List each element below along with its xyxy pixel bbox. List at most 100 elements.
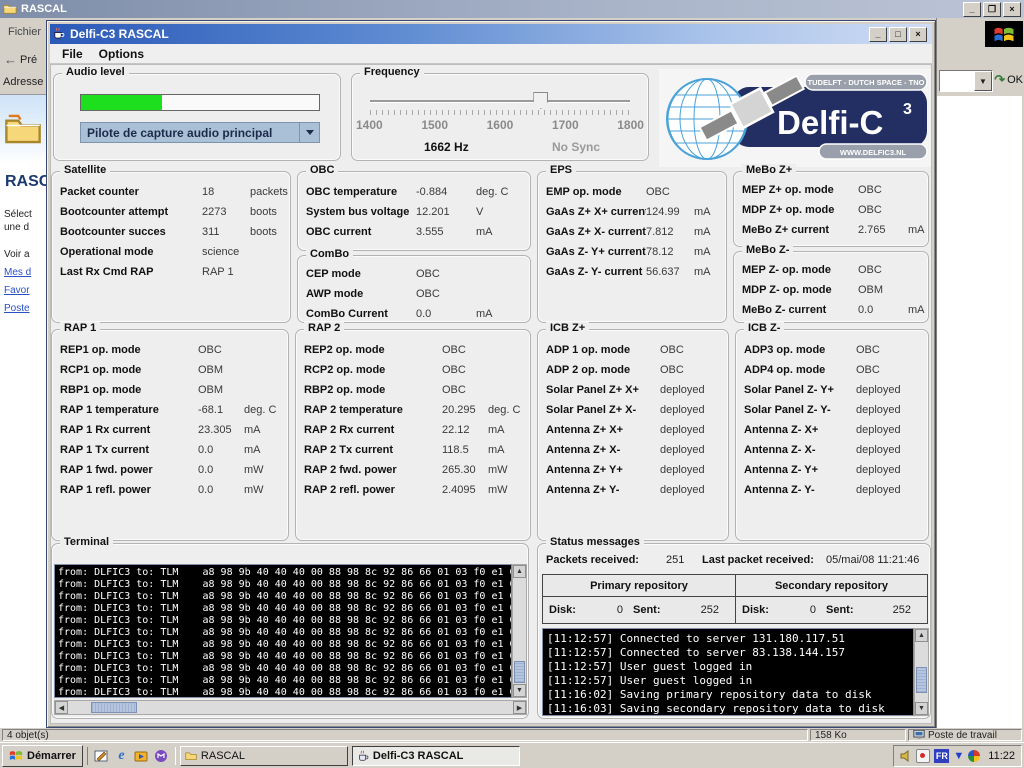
secondary-repository-row: Disk: 0 Sent: 252 bbox=[736, 597, 927, 623]
rap1-group: RAP 1 REP1 op. modeOBCRCP1 op. modeOBMRB… bbox=[51, 329, 289, 541]
logo-badge-top: TUDELFT - DUTCH SPACE - TNO bbox=[808, 78, 925, 87]
param-row: RAP 1 fwd. power0.0mW bbox=[52, 460, 286, 480]
sidebar-link-poste-de-travail[interactable]: Poste bbox=[0, 296, 46, 314]
scroll-down-button[interactable]: ▼ bbox=[513, 684, 526, 697]
group-title: MeBo Z- bbox=[742, 244, 793, 256]
log-line: [11:12:57] User guest logged in bbox=[547, 674, 913, 688]
scroll-up-button[interactable]: ▲ bbox=[513, 565, 526, 578]
bg-menu-fichier[interactable]: Fichier bbox=[8, 26, 41, 38]
frequency-slider-thumb[interactable] bbox=[533, 92, 548, 109]
messenger-icon[interactable] bbox=[154, 748, 169, 763]
bg-close-button[interactable]: × bbox=[1003, 2, 1021, 17]
terminal-group: Terminal from: DLFIC3 to: TLM a8 98 9b 4… bbox=[51, 543, 529, 719]
param-row: GaAs Z+ X+ current124.99mA bbox=[538, 202, 724, 222]
group-title: ICB Z+ bbox=[546, 322, 589, 334]
group-title: ICB Z- bbox=[744, 322, 784, 334]
internet-explorer-icon[interactable]: e bbox=[114, 748, 129, 763]
scroll-up-button[interactable]: ▲ bbox=[915, 629, 928, 642]
param-row: Antenna Z- X+deployed bbox=[736, 420, 926, 440]
param-row: System bus voltage12.201V bbox=[298, 202, 528, 222]
app-titlebar[interactable]: Delfi-C3 RASCAL _ □ × bbox=[50, 24, 932, 44]
antivirus-tray-icon[interactable]: ▼ bbox=[953, 750, 964, 762]
menu-options[interactable]: Options bbox=[91, 47, 152, 61]
folder-icon-large bbox=[4, 113, 42, 148]
satellite-group: Satellite Packet counter18packetsBootcou… bbox=[51, 171, 291, 323]
network-tray-icon[interactable] bbox=[968, 750, 980, 762]
taskbar-task-rascal[interactable]: RASCAL bbox=[180, 746, 348, 766]
app-maximize-button[interactable]: □ bbox=[889, 27, 907, 42]
back-button[interactable]: ← Pré bbox=[4, 52, 37, 67]
task-label: RASCAL bbox=[201, 750, 245, 762]
param-row: ADP 1 op. modeOBC bbox=[538, 340, 726, 360]
bg-window-titlebar[interactable]: RASCAL _ ❐ × bbox=[0, 0, 1024, 18]
terminal-line: from: DLFIC3 to: TLM a8 98 9b 40 40 40 0… bbox=[58, 627, 511, 639]
sidebar-link-mes-documents[interactable]: Mes d bbox=[0, 260, 46, 278]
terminal-line: from: DLFIC3 to: TLM a8 98 9b 40 40 40 0… bbox=[58, 567, 511, 579]
address-dropdown[interactable]: ▼ bbox=[939, 70, 993, 92]
param-row: RBP2 op. modeOBC bbox=[296, 380, 528, 400]
param-row: RAP 2 Tx current118.5mA bbox=[296, 440, 528, 460]
eps-group: EPS EMP op. modeOBCGaAs Z+ X+ current124… bbox=[537, 171, 727, 323]
group-title: Satellite bbox=[60, 164, 110, 176]
terminal-vscrollbar[interactable]: ▲ ▼ bbox=[512, 564, 527, 698]
status-log[interactable]: [11:12:57] Connected to server 131.180.1… bbox=[542, 628, 914, 716]
audio-device-select[interactable]: Pilote de capture audio principal bbox=[80, 122, 320, 143]
start-button[interactable]: Démarrer bbox=[2, 745, 83, 767]
terminal-vscroll-thumb[interactable] bbox=[514, 661, 525, 683]
show-desktop-icon[interactable] bbox=[94, 748, 109, 763]
frequency-slider-track[interactable] bbox=[370, 100, 630, 102]
menu-file[interactable]: File bbox=[54, 47, 91, 61]
statusbar-zone: Poste de travail bbox=[908, 729, 1022, 741]
logo-brand: Delfi-C bbox=[777, 104, 883, 141]
terminal-hscroll-thumb[interactable] bbox=[91, 702, 137, 713]
terminal-line: from: DLFIC3 to: TLM a8 98 9b 40 40 40 0… bbox=[58, 651, 511, 663]
log-vscrollbar[interactable]: ▲ ▼ bbox=[914, 628, 929, 716]
audio-level-bar bbox=[80, 94, 320, 111]
scroll-left-button[interactable]: ◀ bbox=[55, 701, 68, 714]
sidebar-link-favoris[interactable]: Favor bbox=[0, 278, 46, 296]
sent-label: Sent: bbox=[826, 604, 868, 616]
mebo-zplus-group: MeBo Z+ MEP Z+ op. modeOBCMDP Z+ op. mod… bbox=[733, 171, 929, 247]
app-minimize-button[interactable]: _ bbox=[869, 27, 887, 42]
primary-repository-header: Primary repository bbox=[543, 575, 735, 597]
primary-repository-column: Primary repository Disk: 0 Sent: 252 bbox=[543, 575, 735, 623]
param-row: MDP Z- op. modeOBM bbox=[734, 280, 926, 300]
group-title: RAP 1 bbox=[60, 322, 100, 334]
folder-content-area bbox=[937, 96, 1022, 728]
log-vscroll-thumb[interactable] bbox=[916, 667, 927, 693]
param-row: Solar Panel Z- Y-deployed bbox=[736, 400, 926, 420]
log-line: [11:12:57] User guest logged in bbox=[547, 660, 913, 674]
volume-icon[interactable] bbox=[900, 750, 912, 762]
terminal-hscrollbar[interactable]: ◀ ▶ bbox=[54, 700, 527, 715]
java-icon bbox=[357, 750, 369, 762]
taskbar-task-delfi-c3-rascal[interactable]: Delfi-C3 RASCAL bbox=[352, 746, 520, 766]
app-close-button[interactable]: × bbox=[909, 27, 927, 42]
log-line: [11:16:02] Saving primary repository dat… bbox=[547, 688, 913, 702]
go-button-label: OK bbox=[1007, 74, 1023, 86]
app-content: Audio level Pilote de capture audio prin… bbox=[50, 64, 932, 724]
dropdown-arrow-icon[interactable]: ▼ bbox=[974, 71, 992, 91]
group-title: EPS bbox=[546, 164, 576, 176]
param-row: AWP modeOBC bbox=[298, 284, 528, 304]
media-player-icon[interactable] bbox=[134, 748, 149, 763]
my-computer-icon bbox=[913, 729, 925, 741]
terminal-output[interactable]: from: DLFIC3 to: TLM a8 98 9b 40 40 40 0… bbox=[54, 564, 512, 698]
param-row: RCP2 op. modeOBC bbox=[296, 360, 528, 380]
icb-zplus-group: ICB Z+ ADP 1 op. modeOBCADP 2 op. modeOB… bbox=[537, 329, 729, 541]
bg-minimize-button[interactable]: _ bbox=[963, 2, 981, 17]
language-indicator[interactable]: FR bbox=[934, 749, 949, 763]
group-title: MeBo Z+ bbox=[742, 164, 796, 176]
bg-window-title: RASCAL bbox=[21, 3, 67, 15]
sidebar-folder-name: RASCAL bbox=[0, 165, 46, 191]
combo-dropdown-arrow-icon[interactable] bbox=[299, 123, 319, 142]
recorder-tray-icon[interactable] bbox=[916, 749, 930, 763]
param-row: Last Rx Cmd RAPRAP 1 bbox=[52, 262, 288, 282]
taskbar-clock[interactable]: 11:22 bbox=[984, 750, 1015, 762]
go-button[interactable]: ↷ OK bbox=[994, 70, 1023, 90]
last-packet-value: 05/mai/08 11:21:46 bbox=[826, 554, 919, 566]
bg-restore-button[interactable]: ❐ bbox=[983, 2, 1001, 17]
param-row: Bootcounter attempt2273boots bbox=[52, 202, 288, 222]
scroll-down-button[interactable]: ▼ bbox=[915, 702, 928, 715]
terminal-line: from: DLFIC3 to: TLM a8 98 9b 40 40 40 0… bbox=[58, 591, 511, 603]
scroll-right-button[interactable]: ▶ bbox=[513, 701, 526, 714]
